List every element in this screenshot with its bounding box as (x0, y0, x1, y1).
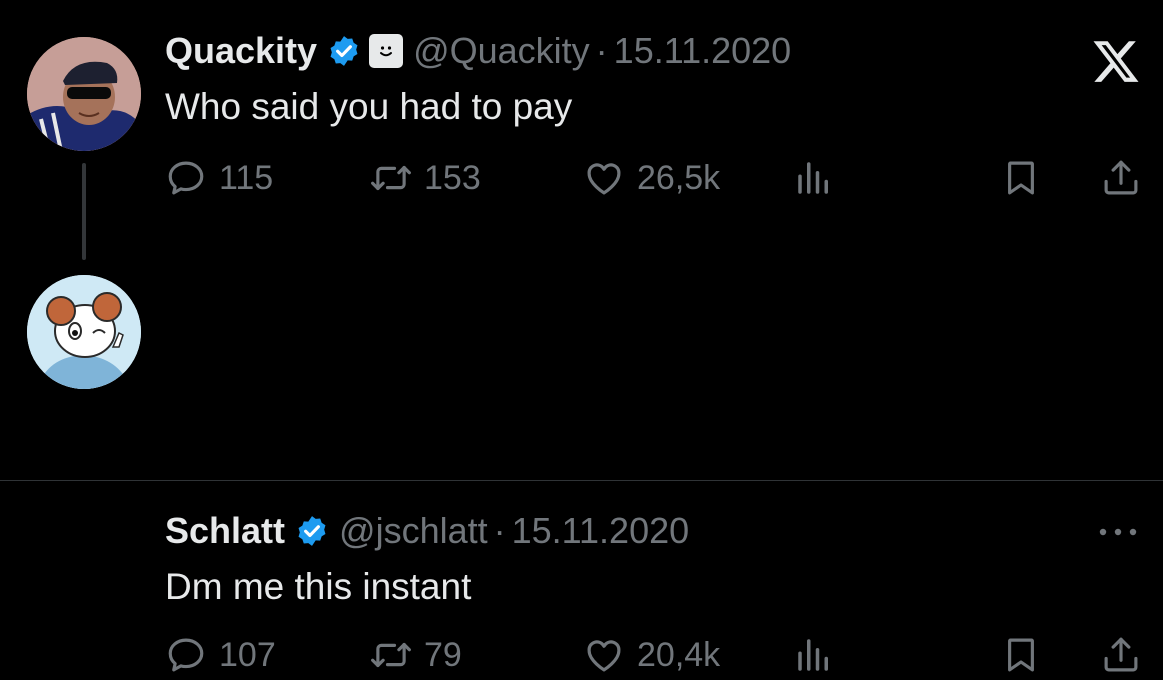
like-icon (583, 157, 625, 199)
retweet-icon (370, 157, 412, 199)
display-name[interactable]: Quackity (165, 30, 317, 72)
views-icon (793, 157, 835, 199)
more-options-icon[interactable] (1095, 522, 1141, 542)
tweet-text: Dm me this instant (165, 566, 472, 607)
like-button[interactable]: 26,5k (583, 153, 720, 203)
tweet-actions: 107 79 20,4k (165, 630, 1145, 680)
separator-dot: · (493, 510, 506, 551)
tweet-text: Who said you had to pay (165, 86, 573, 127)
share-button[interactable] (1100, 630, 1142, 680)
retweet-button[interactable]: 153 (370, 153, 481, 203)
reply-count: 115 (219, 158, 274, 197)
reply-icon (165, 634, 207, 676)
like-button[interactable]: 20,4k (583, 630, 720, 680)
separator-dot: · (595, 30, 608, 71)
tweet-header: Schlatt @jschlatt · 15.11.2020 (165, 510, 689, 552)
retweet-button[interactable]: 79 (370, 630, 462, 680)
avatar[interactable] (27, 275, 141, 389)
tweet-date[interactable]: 15.11.2020 (614, 30, 792, 72)
reply-icon (165, 157, 207, 199)
like-icon (583, 634, 625, 676)
views-icon (793, 634, 835, 676)
retweet-count: 79 (424, 635, 462, 674)
bookmark-icon (1000, 157, 1042, 199)
tweet-date[interactable]: 15.11.2020 (512, 510, 690, 552)
user-handle[interactable]: @Quackity (413, 30, 590, 72)
share-icon (1100, 634, 1142, 676)
user-handle[interactable]: @jschlatt (339, 510, 488, 552)
share-button[interactable] (1100, 153, 1142, 203)
tweet-schlatt[interactable]: Schlatt @jschlatt · 15.11.2020 Dm me thi… (0, 240, 1163, 674)
bookmark-icon (1000, 634, 1042, 676)
display-name[interactable]: Schlatt (165, 510, 285, 552)
like-count: 20,4k (637, 635, 721, 674)
verified-badge-icon[interactable] (295, 514, 329, 548)
share-icon (1100, 157, 1142, 199)
bookmark-button[interactable] (1000, 153, 1042, 203)
avatar-image (27, 275, 141, 389)
retweet-count: 153 (424, 158, 481, 197)
avatar-image (27, 37, 141, 151)
x-logo-icon[interactable] (1091, 36, 1141, 86)
tweet-actions: 115 153 26,5k (165, 153, 1145, 203)
like-count: 26,5k (637, 158, 721, 197)
affiliate-badge-icon[interactable] (369, 34, 404, 68)
retweet-icon (370, 634, 412, 676)
reply-button[interactable]: 115 (165, 153, 273, 203)
reply-button[interactable]: 107 (165, 630, 276, 680)
divider (0, 480, 1163, 481)
avatar[interactable] (27, 37, 141, 151)
views-button[interactable] (793, 630, 835, 680)
tweet-header: Quackity @Quackity · 15.11.2020 (165, 30, 791, 72)
reply-count: 107 (219, 635, 276, 674)
tweet-quackity[interactable]: Quackity @Quackity · 15.11.2020 Who said… (0, 0, 1163, 260)
views-button[interactable] (793, 153, 835, 203)
verified-badge-icon[interactable] (327, 34, 361, 68)
bookmark-button[interactable] (1000, 630, 1042, 680)
